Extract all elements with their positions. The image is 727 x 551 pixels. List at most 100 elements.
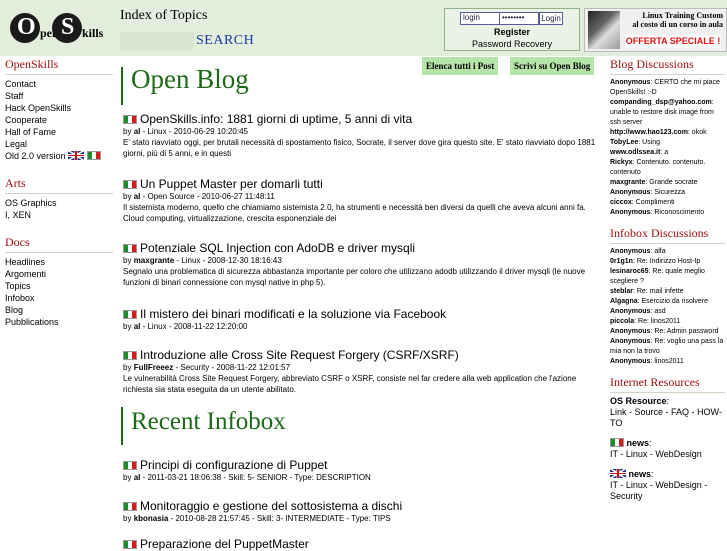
- post-by: by: [123, 363, 132, 372]
- page-title: Open Blog: [131, 64, 249, 94]
- sidebar-item-hack-openskills[interactable]: Hack OpenSkills: [5, 102, 113, 114]
- infobox-title-link[interactable]: Monitoraggio e gestione del sottosistema…: [123, 499, 607, 513]
- discussion-item[interactable]: http://www.hao123.com: okok: [610, 128, 725, 138]
- password-recovery-link[interactable]: Password Recovery: [445, 39, 579, 49]
- os-resource-links[interactable]: Link - Source - FAQ - HOW-TO: [610, 407, 725, 429]
- post-by: by: [123, 192, 132, 201]
- section-title-internet-resources: Internet Resources: [610, 375, 725, 393]
- discussion-item[interactable]: ciccox: Complimenti: [610, 198, 725, 208]
- password-field[interactable]: ••••••••: [499, 12, 539, 25]
- infobox-meta-text: - 2011-03-21 18:06:38 - Skill: 5- SENIOR…: [140, 473, 371, 482]
- sidebar-item-legal[interactable]: Legal: [5, 138, 113, 150]
- discussion-user: TobyLee: [610, 139, 639, 146]
- discussion-user: Rickyx: [610, 159, 633, 166]
- section-title-arts: Arts: [5, 176, 113, 194]
- sidebar-item-pubblications[interactable]: Pubblications: [5, 316, 113, 328]
- discussion-item[interactable]: maxgrante: Grande socrate: [610, 178, 725, 188]
- sidebar-item-infobox[interactable]: Infobox: [5, 292, 113, 304]
- news-label: news: [628, 469, 652, 479]
- discussion-item[interactable]: Anonymous: CERTO che mi piace OpenSkills…: [610, 78, 725, 98]
- login-button[interactable]: Login: [539, 12, 563, 25]
- infobox-by: by: [123, 473, 132, 482]
- post-meta-text: - Linux - 2008-11-22 12:20:00: [140, 322, 248, 331]
- sidebar-item-argomenti[interactable]: Argomenti: [5, 268, 113, 280]
- left-sidebar: OpenSkills Contact Staff Hack OpenSkills…: [5, 57, 113, 328]
- news-it-links[interactable]: IT - Linux - WebDesign: [610, 449, 725, 460]
- discussion-item[interactable]: Anonymous: Re: voglio una pass la mia no…: [610, 337, 725, 357]
- blog-post: OpenSkills.info: 1881 giorni di uptime, …: [123, 112, 607, 159]
- post-author[interactable]: FullFreeez: [134, 363, 174, 372]
- post-author[interactable]: maxgrante: [134, 256, 174, 265]
- infobox-author[interactable]: kbonasia: [134, 514, 169, 523]
- search-input[interactable]: [120, 32, 194, 50]
- discussion-item[interactable]: Anonymous: Re: Admin password: [610, 327, 725, 337]
- discussion-user: companding_dsp@yahoo.com: [610, 99, 712, 106]
- sidebar-item-contact[interactable]: Contact: [5, 78, 113, 90]
- discussion-item[interactable]: Anonymous: alfa: [610, 247, 725, 257]
- section-title-infobox-discussions: Infobox Discussions: [610, 226, 725, 244]
- sidebar-item-cooperate[interactable]: Cooperate: [5, 114, 113, 126]
- post-title-link[interactable]: Un Puppet Master per domarli tutti: [123, 177, 607, 191]
- discussion-text: : Complimenti: [631, 199, 675, 206]
- discussion-user: Algagna: [610, 298, 638, 305]
- discussion-item[interactable]: Anonymous: asd: [610, 307, 725, 317]
- post-title-link[interactable]: Potenziale SQL Injection con AdoDB e dri…: [123, 241, 607, 255]
- discussion-user: Anonymous: [610, 358, 651, 365]
- index-of-topics-link[interactable]: Index of Topics: [120, 8, 207, 24]
- sidebar-item-blog[interactable]: Blog: [5, 304, 113, 316]
- italy-flag-icon: [123, 310, 137, 319]
- italy-flag-icon[interactable]: [86, 151, 101, 160]
- discussion-item[interactable]: steblar: Re: mail infette: [610, 287, 725, 297]
- infobox-entry: Monitoraggio e gestione del sottosistema…: [123, 499, 607, 524]
- discussion-user: Anonymous: [610, 308, 651, 315]
- discussion-item[interactable]: Anonymous: Sicurezza: [610, 188, 725, 198]
- post-title-link[interactable]: Introduzione alle Cross Site Request For…: [123, 348, 607, 362]
- post-meta: by al - Open Source - 2010-06-27 11:48:1…: [123, 191, 607, 202]
- discussion-item[interactable]: Rickyx: Contenuto. contenuto. contenuto: [610, 158, 725, 178]
- section-title-openskills: OpenSkills: [5, 57, 113, 75]
- list-all-posts-button[interactable]: Elenca tutti i Post: [422, 57, 499, 75]
- discussion-item[interactable]: www.odlssea.it: a: [610, 148, 725, 158]
- discussion-text: : Using: [638, 139, 661, 146]
- infobox-meta: by kbonasia - 2010-08-28 21:57:45 - Skil…: [123, 513, 607, 524]
- infobox-title-link[interactable]: Principi di configurazione di Puppet: [123, 458, 607, 472]
- discussion-item[interactable]: Algagna: Esercizio da risolvere: [610, 297, 725, 307]
- post-title-text: Potenziale SQL Injection con AdoDB e dri…: [140, 241, 416, 255]
- blog-post: Introduzione alle Cross Site Request For…: [123, 348, 607, 395]
- sidebar-item-old-version[interactable]: Old 2.0 version: [5, 150, 113, 162]
- discussion-item[interactable]: Anonymous: linos2011: [610, 357, 725, 367]
- sidebar-item-headlines[interactable]: Headlines: [5, 256, 113, 268]
- discussion-item[interactable]: TobyLee: Using: [610, 138, 725, 148]
- search-button[interactable]: SEARCH: [196, 33, 254, 49]
- post-title-link[interactable]: OpenSkills.info: 1881 giorni di uptime, …: [123, 112, 607, 126]
- post-meta-text: - Security - 2008-11-22 12:01:57: [173, 363, 291, 372]
- discussion-user: steblar: [610, 288, 633, 295]
- italy-flag-icon: [123, 244, 137, 253]
- discussion-item[interactable]: 0r1g1n: Re: Indirizzo Host-Ip: [610, 257, 725, 267]
- infobox-title-link[interactable]: Preparazione del PuppetMaster: [123, 537, 607, 551]
- sidebar-item-os-graphics[interactable]: OS Graphics: [5, 197, 113, 209]
- post-by: by: [123, 127, 132, 136]
- discussion-user: Anonymous: [610, 338, 651, 345]
- openskills-logo[interactable]: O pen S kills: [0, 0, 118, 56]
- uk-flag-icon[interactable]: [68, 151, 85, 160]
- sidebar-item-topics[interactable]: Topics: [5, 280, 113, 292]
- sidebar-item-i-xen[interactable]: I, XEN: [5, 209, 113, 221]
- discussion-item[interactable]: lesinaroc65: Re: quale meglio scegliere …: [610, 267, 725, 287]
- post-title-link[interactable]: Il mistero dei binari modificati e la so…: [123, 307, 607, 321]
- discussion-text: : linos2011: [650, 358, 684, 365]
- training-banner[interactable]: Linux Training Custom al costo di un cor…: [584, 8, 727, 52]
- sidebar-item-staff[interactable]: Staff: [5, 90, 113, 102]
- discussion-item[interactable]: piccola: Re: linos2011: [610, 317, 725, 327]
- discussion-item[interactable]: Anonymous: Riconoscimento: [610, 208, 725, 218]
- discussion-item[interactable]: companding_dsp@yahoo.com: unable to rest…: [610, 98, 725, 128]
- write-blog-button[interactable]: Scrivi su Open Blog: [510, 57, 595, 75]
- login-field[interactable]: login: [460, 12, 500, 25]
- infobox-title-text: Principi di configurazione di Puppet: [140, 458, 328, 472]
- uk-flag-icon: [610, 469, 626, 478]
- news-en-links[interactable]: IT - Linux - WebDesign - Security: [610, 480, 725, 502]
- post-meta: by FullFreeez - Security - 2008-11-22 12…: [123, 362, 607, 373]
- register-link[interactable]: Register: [445, 27, 579, 37]
- sidebar-item-hall-of-fame[interactable]: Hall of Fame: [5, 126, 113, 138]
- discussion-user: maxgrante: [610, 179, 646, 186]
